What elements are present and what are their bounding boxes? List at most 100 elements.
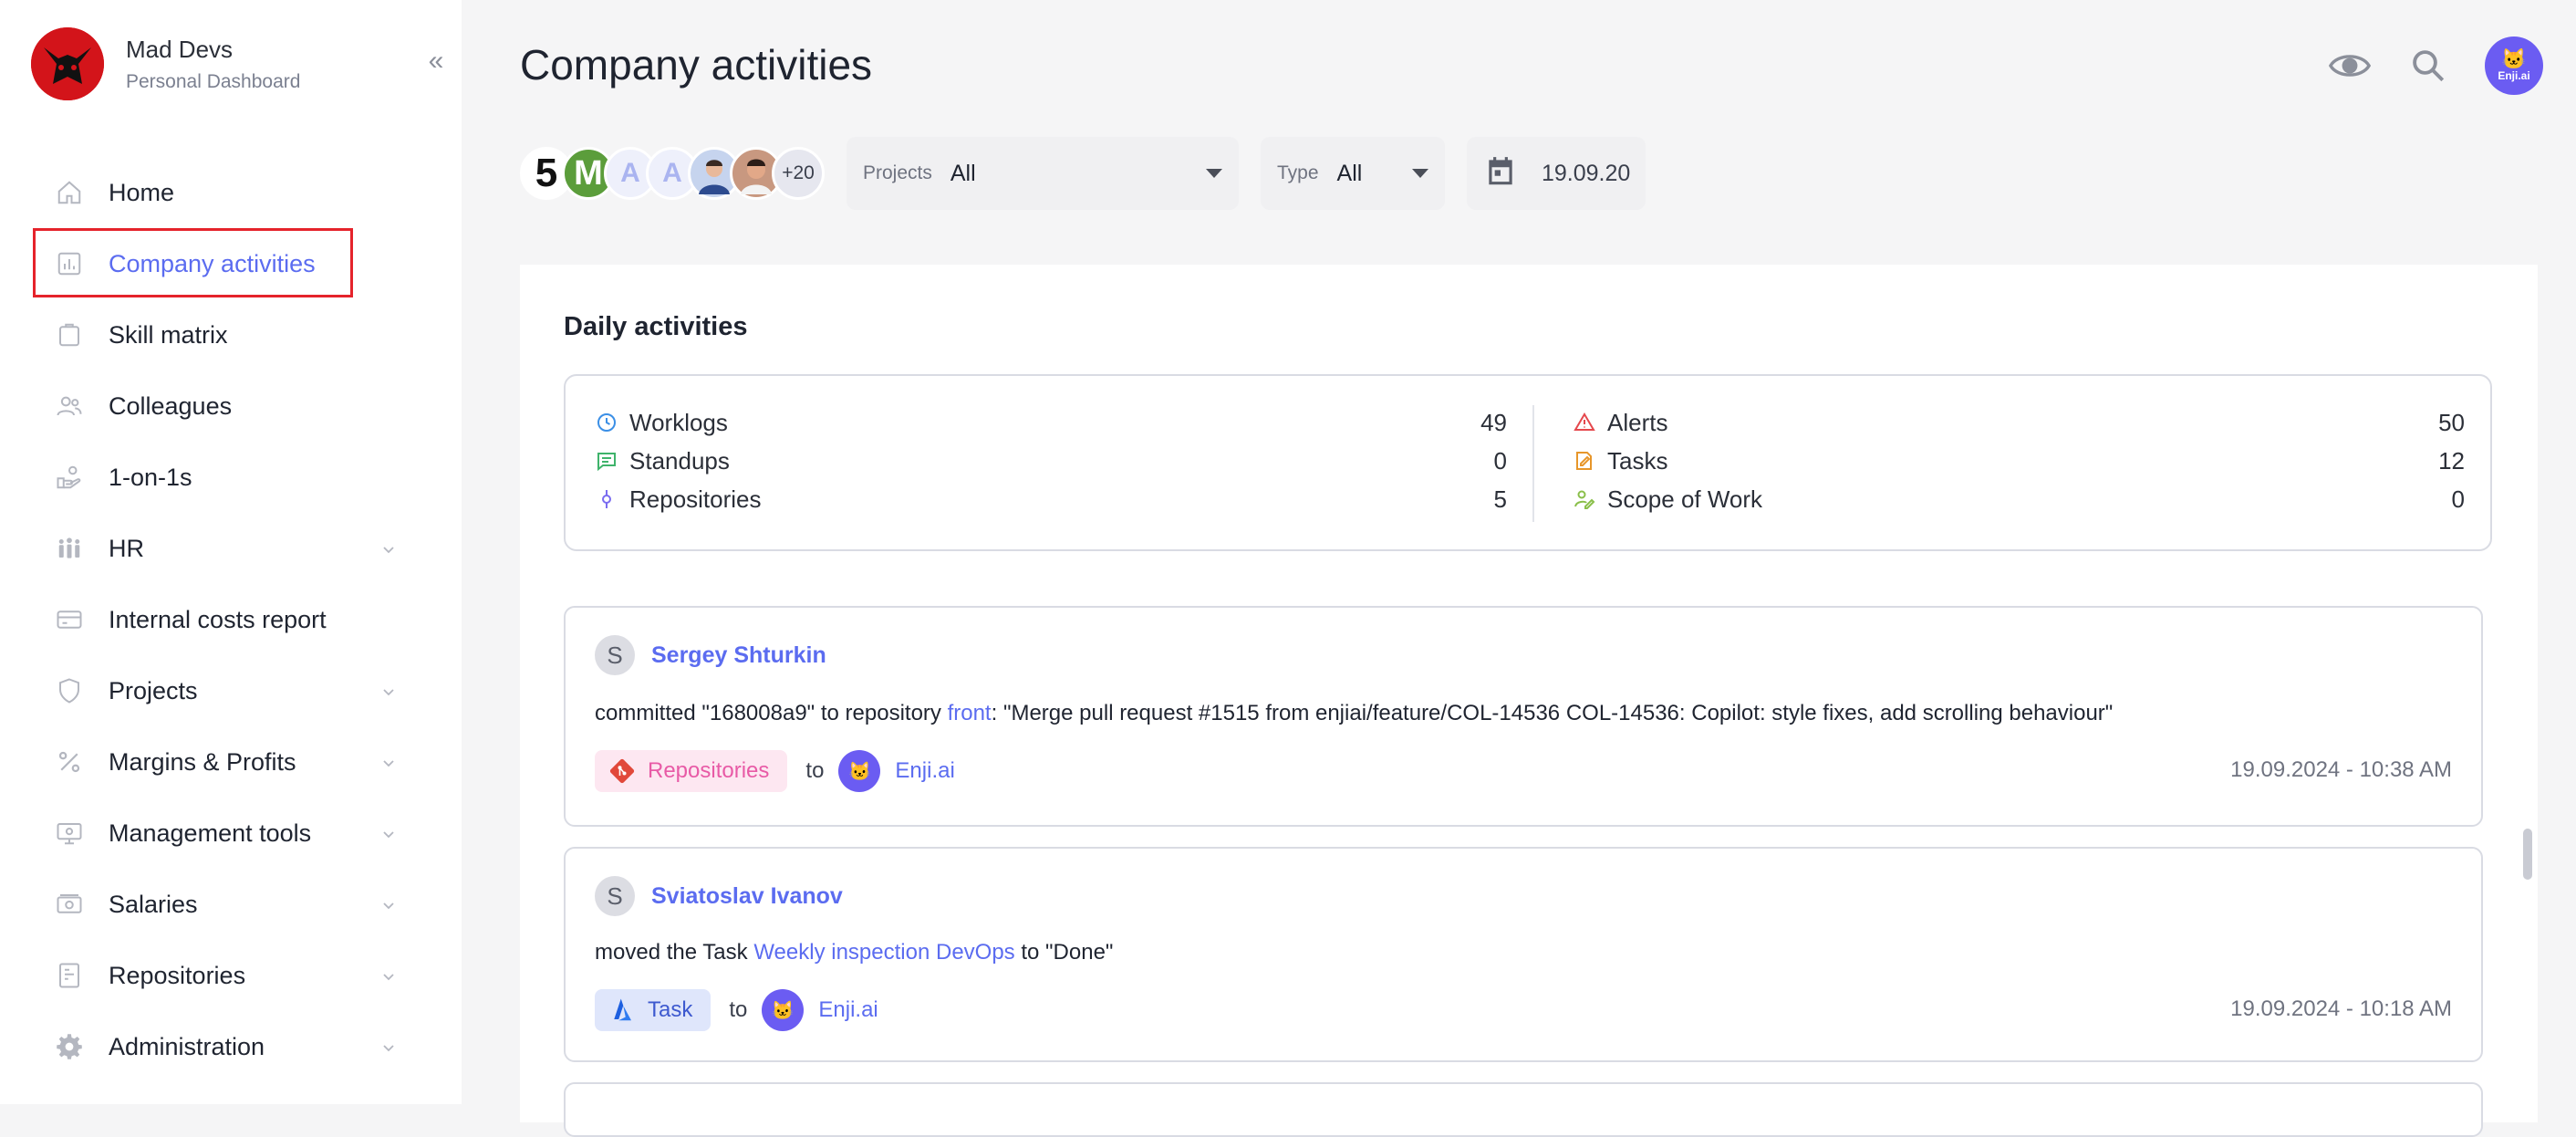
activity-item: S Sviatoslav Ivanov moved the Task Weekl… bbox=[564, 847, 2483, 1062]
stat-value: 49 bbox=[1480, 408, 1507, 436]
date-value: 19.09.20 bbox=[1542, 160, 1631, 186]
cat-icon: 🐱 bbox=[771, 1000, 795, 1021]
activity-item: S Sergey Shturkin committed "168008a9" t… bbox=[564, 606, 2483, 827]
activity-message: moved the Task Weekly inspection DevOps … bbox=[595, 940, 1113, 965]
commit-icon bbox=[595, 487, 618, 511]
chevron-down-icon[interactable] bbox=[379, 754, 398, 772]
calendar-icon bbox=[1483, 154, 1518, 193]
stats-column-left: Worklogs 49 Standups 0 Repositories 5 bbox=[595, 403, 1507, 518]
stats-column-right: Alerts 50 Tasks 12 Scope of Work 0 bbox=[1573, 403, 2465, 518]
stat-tasks[interactable]: Tasks 12 bbox=[1573, 442, 2465, 480]
projects-select-label: Projects bbox=[863, 162, 932, 183]
section-title: Daily activities bbox=[564, 312, 748, 341]
stat-value: 0 bbox=[2451, 485, 2465, 513]
stat-standups[interactable]: Standups 0 bbox=[595, 442, 1507, 480]
sidebar-item-label: Administration bbox=[109, 1032, 265, 1060]
chevron-down-icon[interactable] bbox=[379, 1038, 398, 1057]
eye-icon[interactable] bbox=[2326, 42, 2373, 89]
scrollbar-thumb[interactable] bbox=[2523, 829, 2532, 880]
sidebar-item-skill-matrix[interactable]: Skill matrix bbox=[33, 299, 398, 370]
handshake-icon bbox=[55, 463, 84, 492]
collapse-sidebar-button[interactable]: « bbox=[421, 47, 451, 77]
sidebar-item-label: Company activities bbox=[109, 249, 316, 277]
project-avatar: 🐱 bbox=[762, 989, 805, 1031]
sidebar-item-label: Internal costs report bbox=[109, 605, 327, 633]
chevron-down-icon[interactable] bbox=[379, 896, 398, 914]
chevron-down-icon[interactable] bbox=[379, 825, 398, 843]
brand-logo bbox=[31, 27, 104, 100]
activity-user-link[interactable]: Sviatoslav Ivanov bbox=[651, 883, 843, 910]
stat-worklogs[interactable]: Worklogs 49 bbox=[595, 403, 1507, 442]
sidebar-item-internal-costs-report[interactable]: Internal costs report bbox=[33, 584, 398, 655]
activity-user-link[interactable]: Sergey Shturkin bbox=[651, 642, 826, 669]
projects-select-value: All bbox=[950, 160, 976, 186]
page-title: Company activities bbox=[520, 41, 873, 89]
home-icon bbox=[55, 178, 84, 207]
avatar: S bbox=[595, 876, 635, 916]
search-icon[interactable] bbox=[2405, 42, 2452, 89]
tag-label: Repositories bbox=[648, 758, 770, 783]
edit-icon bbox=[1573, 449, 1596, 473]
projects-select[interactable]: Projects All bbox=[847, 137, 1239, 210]
stat-value: 5 bbox=[1493, 485, 1507, 513]
sidebar-item-label: Management tools bbox=[109, 819, 312, 847]
repository-link[interactable]: front bbox=[948, 701, 992, 725]
sidebar-item-management-tools[interactable]: Management tools bbox=[33, 798, 398, 869]
user-avatar[interactable]: 🐱 Enji.ai bbox=[2485, 37, 2543, 95]
people-filter[interactable]: 5 M A A +20 bbox=[520, 147, 825, 200]
warning-icon bbox=[1573, 411, 1596, 434]
activity-message-text: committed "168008a9" to repository bbox=[595, 701, 948, 725]
stat-alerts[interactable]: Alerts 50 bbox=[1573, 403, 2465, 442]
daily-stats-panel: Worklogs 49 Standups 0 Repositories 5 Al… bbox=[564, 374, 2492, 551]
sidebar-item-label: Projects bbox=[109, 676, 198, 704]
to-label: to bbox=[805, 758, 825, 783]
sidebar-item-administration[interactable]: Administration bbox=[33, 1011, 398, 1082]
sidebar-item-margins-profits[interactable]: Margins & Profits bbox=[33, 726, 398, 798]
caret-down-icon bbox=[1412, 169, 1428, 178]
chart-icon bbox=[55, 249, 84, 278]
stat-value: 12 bbox=[2438, 446, 2465, 475]
team-icon bbox=[55, 534, 84, 563]
stat-value: 50 bbox=[2438, 408, 2465, 436]
sidebar-item-label: 1-on-1s bbox=[109, 463, 192, 491]
sidebar-item-projects[interactable]: Projects bbox=[33, 655, 398, 726]
sidebar-item-salaries[interactable]: Salaries bbox=[33, 869, 398, 940]
repositories-tag[interactable]: Repositories bbox=[595, 750, 788, 792]
azure-boards-icon bbox=[608, 996, 637, 1025]
sidebar-item-colleagues[interactable]: Colleagues bbox=[33, 370, 398, 442]
sidebar-item-home[interactable]: Home bbox=[33, 157, 398, 228]
activity-message-text: moved the Task bbox=[595, 940, 754, 965]
sidebar-item-hr[interactable]: HR bbox=[33, 513, 398, 584]
sidebar-item-label: Skill matrix bbox=[109, 320, 228, 349]
sidebar-nav: Home Company activities Skill matrix Col… bbox=[33, 157, 398, 1082]
stat-repositories[interactable]: Repositories 5 bbox=[595, 480, 1507, 518]
date-picker[interactable]: 19.09.20 bbox=[1467, 137, 1646, 210]
percent-icon bbox=[55, 747, 84, 777]
brand[interactable]: Mad Devs Personal Dashboard bbox=[31, 27, 300, 100]
stat-value: 0 bbox=[1493, 446, 1507, 475]
project-link[interactable]: Enji.ai bbox=[818, 997, 878, 1023]
activity-item bbox=[564, 1082, 2483, 1137]
header-actions: 🐱 Enji.ai bbox=[2295, 37, 2543, 95]
chat-icon bbox=[595, 449, 618, 473]
chevron-down-icon[interactable] bbox=[379, 967, 398, 986]
chevron-down-icon[interactable] bbox=[379, 683, 398, 701]
stat-label: Repositories bbox=[629, 485, 762, 513]
more-people-badge[interactable]: +20 bbox=[772, 147, 825, 200]
sidebar-item-label: Repositories bbox=[109, 961, 246, 989]
sidebar-item-repositories[interactable]: Repositories bbox=[33, 940, 398, 1011]
stat-scope-of-work[interactable]: Scope of Work 0 bbox=[1573, 480, 2465, 518]
project-link[interactable]: Enji.ai bbox=[895, 758, 954, 784]
avatar: S bbox=[595, 635, 635, 675]
sidebar-item-1-on-1s[interactable]: 1-on-1s bbox=[33, 442, 398, 513]
activity-timestamp: 19.09.2024 - 10:38 AM bbox=[2230, 757, 2452, 782]
sidebar-item-company-activities[interactable]: Company activities bbox=[33, 228, 398, 299]
brand-name: Mad Devs bbox=[126, 35, 234, 63]
task-tag[interactable]: Task bbox=[595, 989, 712, 1031]
type-select[interactable]: Type All bbox=[1261, 137, 1445, 210]
chevron-down-icon[interactable] bbox=[379, 540, 398, 558]
gear-icon bbox=[55, 1032, 84, 1061]
git-icon bbox=[608, 756, 637, 786]
user-avatar-label: Enji.ai bbox=[2498, 69, 2530, 82]
task-link[interactable]: Weekly inspection DevOps bbox=[753, 940, 1014, 965]
